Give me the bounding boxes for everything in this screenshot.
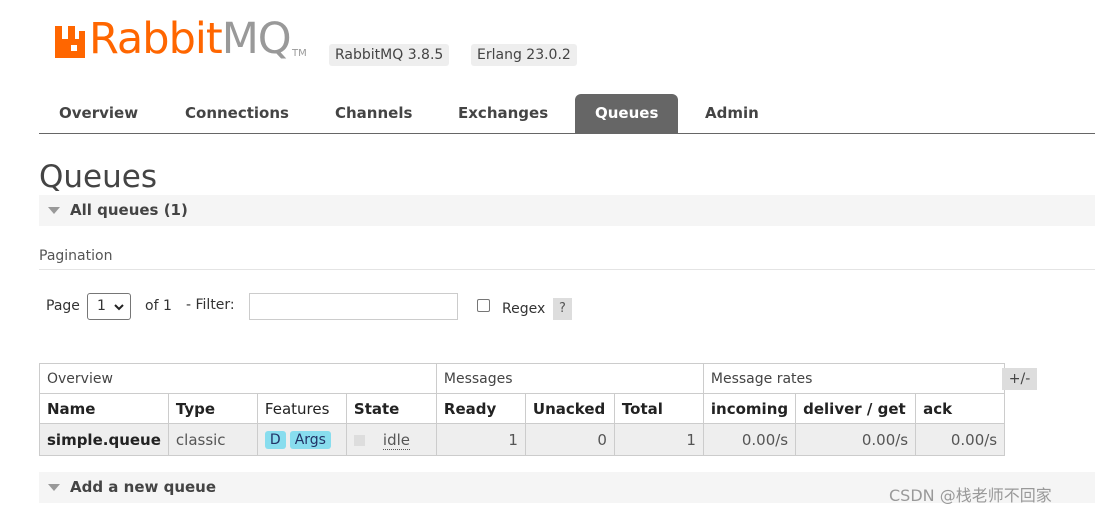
add-queue-heading: Add a new queue — [70, 478, 217, 496]
queue-name-link[interactable]: simple.queue — [39, 423, 169, 456]
page-count-label: of 1 — [145, 298, 172, 314]
filter-label: - Filter: — [186, 297, 235, 313]
page-label: Page — [46, 298, 80, 314]
trademark-mark: TM — [292, 48, 307, 59]
tab-queues[interactable]: Queues — [575, 94, 679, 133]
collapse-triangle-icon — [48, 207, 60, 214]
tab-connections[interactable]: Connections — [165, 94, 309, 133]
filter-input[interactable] — [249, 293, 458, 320]
csdn-watermark: CSDN @栈老师不回家 — [889, 486, 1052, 505]
column-header-deliver-get[interactable]: deliver / get — [795, 393, 917, 424]
state-indicator-icon — [353, 434, 365, 446]
pagination-divider — [39, 269, 1095, 270]
rabbitmq-logo-icon — [55, 26, 85, 58]
all-queues-heading: All queues (1) — [70, 201, 188, 219]
column-group-message-rates: Message rates — [702, 363, 1006, 394]
main-nav-tabs: Overview Connections Channels Exchanges … — [39, 94, 1095, 134]
tab-admin[interactable]: Admin — [685, 94, 779, 133]
collapse-triangle-icon — [48, 484, 60, 491]
column-header-incoming[interactable]: incoming — [702, 393, 797, 424]
page-title: Queues — [39, 159, 157, 195]
column-header-features: Features — [256, 393, 347, 424]
column-header-unacked[interactable]: Unacked — [524, 393, 615, 424]
regex-help-button[interactable]: ? — [553, 298, 572, 320]
column-header-ready[interactable]: Ready — [435, 393, 526, 424]
table-row: simple.queue classic D Args idle 1 0 1 0.… — [39, 423, 1006, 456]
rate-deliver-get: 0.00/s — [795, 423, 917, 456]
queue-type: classic — [167, 423, 258, 456]
erlang-badge: Erlang 23.0.2 — [471, 44, 577, 66]
rate-ack: 0.00/s — [915, 423, 1006, 456]
chevron-down-icon — [114, 304, 124, 311]
feature-durable-badge: D — [264, 431, 286, 449]
regex-label: Regex — [502, 301, 546, 317]
column-header-type[interactable]: Type — [167, 393, 258, 424]
messages-ready: 1 — [435, 423, 526, 456]
column-group-overview: Overview — [39, 363, 437, 394]
page-select[interactable]: 1 — [87, 293, 131, 320]
column-header-name[interactable]: Name — [39, 393, 169, 424]
all-queues-section-toggle[interactable]: All queues (1) — [39, 195, 1095, 226]
column-header-state[interactable]: State — [345, 393, 437, 424]
version-badge: RabbitMQ 3.8.5 — [329, 44, 450, 66]
tab-channels[interactable]: Channels — [315, 94, 432, 133]
queue-features: D Args — [256, 423, 347, 456]
queue-state: idle — [345, 423, 437, 456]
queue-state-label: idle — [382, 430, 410, 450]
toggle-columns-button[interactable]: +/- — [1002, 368, 1037, 390]
tab-exchanges[interactable]: Exchanges — [438, 94, 568, 133]
pagination-heading: Pagination — [39, 248, 113, 264]
messages-total: 1 — [613, 423, 704, 456]
column-header-total[interactable]: Total — [613, 393, 704, 424]
queues-table: Overview Messages Message rates Name Typ… — [39, 363, 1006, 456]
rate-incoming: 0.00/s — [702, 423, 797, 456]
column-group-messages: Messages — [435, 363, 704, 394]
messages-unacked: 0 — [524, 423, 615, 456]
column-header-ack[interactable]: ack — [915, 393, 1006, 424]
tab-overview[interactable]: Overview — [39, 94, 158, 133]
regex-checkbox[interactable] — [477, 299, 490, 312]
page-select-value: 1 — [97, 298, 106, 314]
logo-wordmark: RabbitMQ — [89, 14, 292, 64]
feature-args-badge: Args — [289, 431, 331, 449]
